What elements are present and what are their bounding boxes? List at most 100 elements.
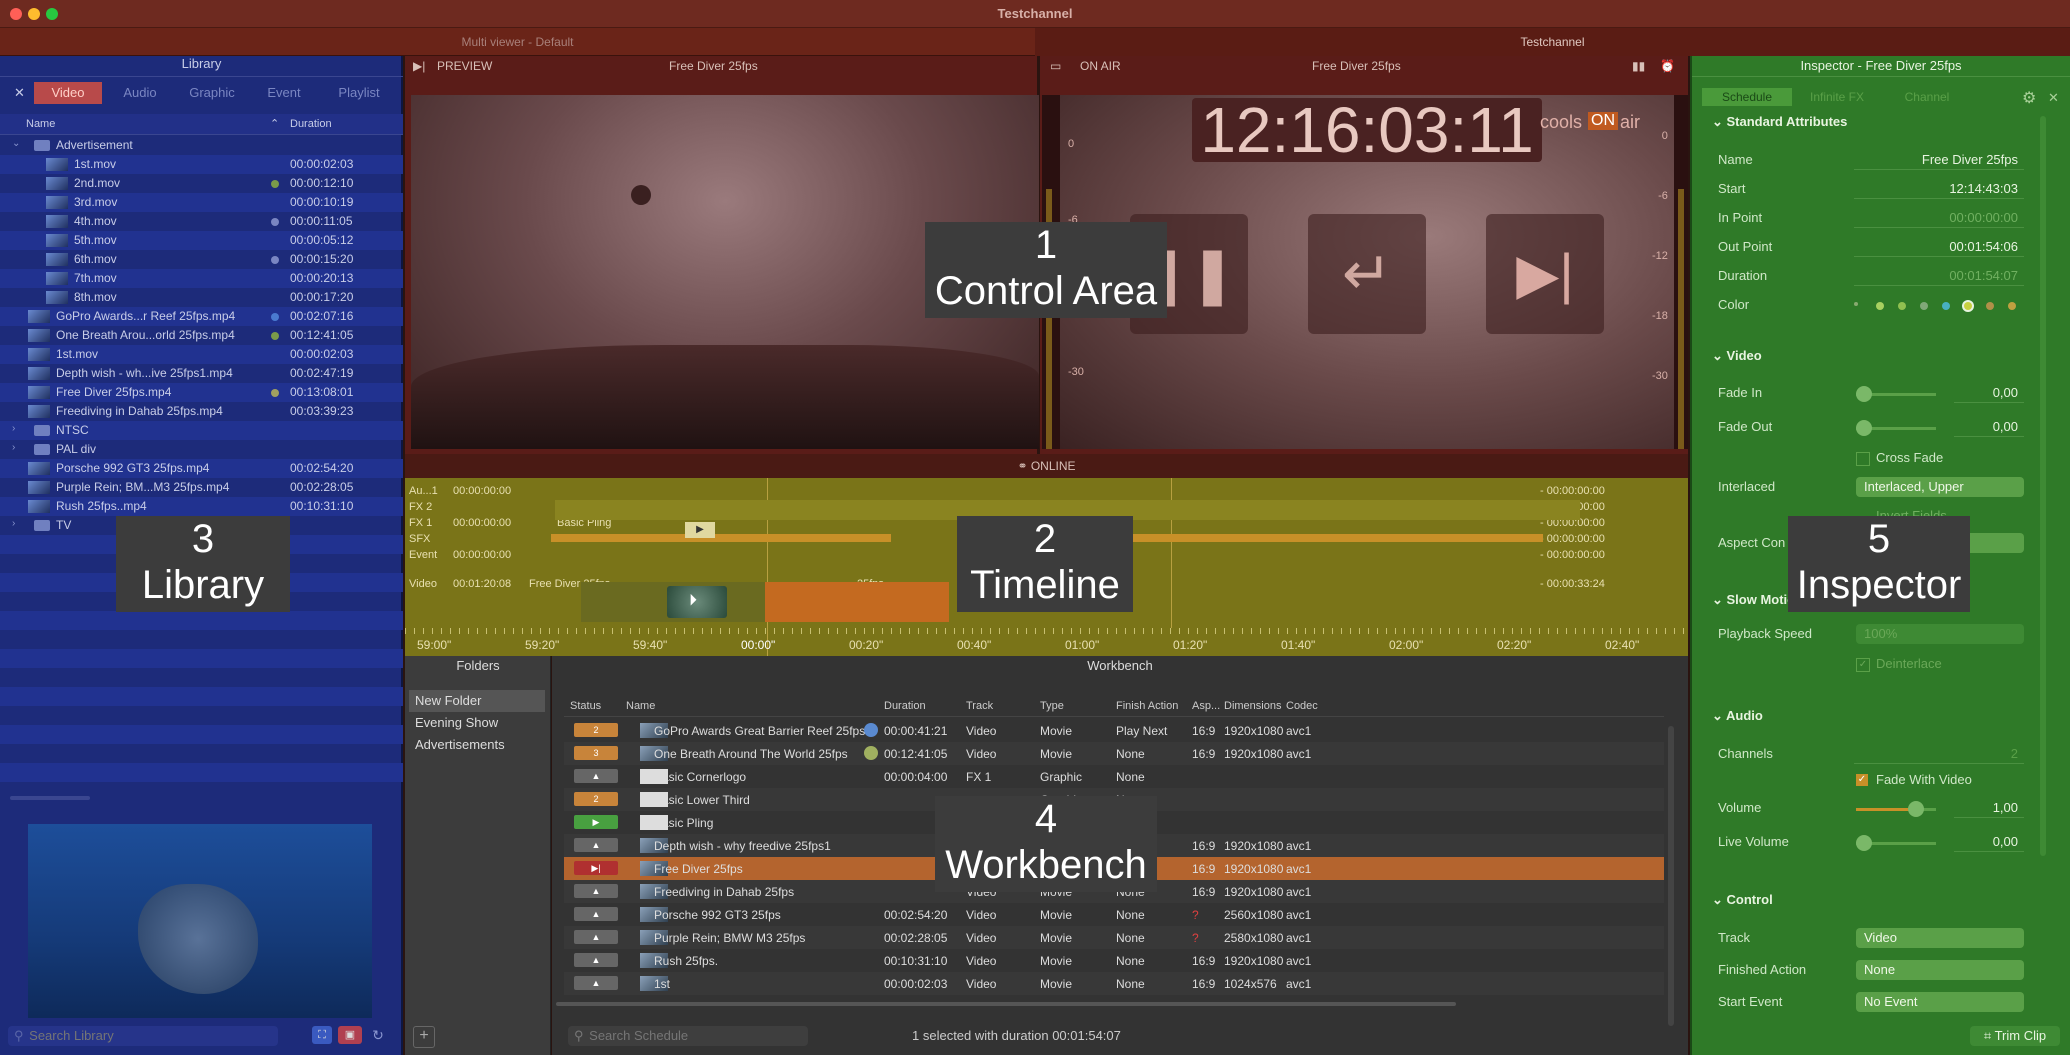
status-badge[interactable]: ▲ bbox=[574, 769, 618, 783]
sort-asc-icon[interactable]: ⌃ bbox=[270, 117, 279, 130]
inspector-tab-channel[interactable]: Channel bbox=[1882, 88, 1972, 106]
library-row[interactable]: › NTSC bbox=[0, 421, 403, 440]
status-badge[interactable]: ▶| bbox=[574, 861, 618, 875]
workbench-scrollbar[interactable] bbox=[1668, 726, 1674, 1026]
status-badge[interactable]: ▲ bbox=[574, 907, 618, 921]
color-swatch[interactable] bbox=[1942, 302, 1950, 310]
cross-fade-checkbox[interactable] bbox=[1856, 452, 1870, 466]
status-badge[interactable]: ▲ bbox=[574, 930, 618, 944]
fit-icon[interactable]: ⛶ bbox=[312, 1026, 332, 1044]
volume-field[interactable]: 1,00 bbox=[1954, 800, 2024, 818]
refresh-icon[interactable]: ↻ bbox=[368, 1026, 388, 1044]
status-badge[interactable]: ▲ bbox=[574, 953, 618, 967]
fade-out-knob[interactable] bbox=[1856, 420, 1872, 436]
status-badge[interactable]: ▲ bbox=[574, 976, 618, 990]
calendar-icon[interactable]: ▭ bbox=[1050, 59, 1061, 79]
color-swatch[interactable] bbox=[1920, 302, 1928, 310]
fade-with-video-checkbox[interactable]: ✓ bbox=[1856, 774, 1868, 786]
schedule-search[interactable]: ⚲ bbox=[568, 1026, 808, 1046]
library-row[interactable]: 1st.mov 00:00:02:03 bbox=[0, 155, 403, 174]
column-header[interactable]: Asp... bbox=[1192, 700, 1220, 712]
folder-new-folder[interactable]: New Folder bbox=[409, 690, 545, 712]
play-icon[interactable]: ⏵ bbox=[689, 592, 697, 610]
workbench-hscrollbar[interactable] bbox=[556, 1002, 1456, 1006]
skip-next-button[interactable]: ▶| bbox=[1486, 214, 1604, 334]
return-icon[interactable]: ↵ bbox=[1308, 214, 1426, 334]
name-field[interactable]: Free Diver 25fps bbox=[1854, 152, 2024, 170]
section-audio[interactable]: ⌄ Audio bbox=[1712, 708, 1763, 724]
library-row[interactable]: 4th.mov 00:00:11:05 bbox=[0, 212, 403, 231]
track-select[interactable]: Video bbox=[1856, 928, 2024, 948]
chevron-right-icon[interactable]: › bbox=[12, 518, 15, 529]
color-swatch[interactable] bbox=[1964, 302, 1972, 310]
interlaced-select[interactable]: Interlaced, Upper bbox=[1856, 477, 2024, 497]
library-row[interactable]: 6th.mov 00:00:15:20 bbox=[0, 250, 403, 269]
library-row[interactable]: Purple Rein; BM...M3 25fps.mp4 00:02:28:0… bbox=[0, 478, 403, 497]
status-badge[interactable]: ▶ bbox=[574, 815, 618, 829]
workbench-row[interactable]: ▲ Porsche 992 GT3 25fps 00:02:54:20 Video Mo… bbox=[564, 903, 1664, 926]
color-swatch[interactable] bbox=[2008, 302, 2016, 310]
volume-knob[interactable] bbox=[1908, 801, 1924, 817]
library-row[interactable]: GoPro Awards...r Reef 25fps.mp4 00:02:07:… bbox=[0, 307, 403, 326]
column-header[interactable]: Codec bbox=[1286, 700, 1318, 712]
fade-in-field[interactable]: 0,00 bbox=[1954, 385, 2024, 403]
live-volume-knob[interactable] bbox=[1856, 835, 1872, 851]
section-control[interactable]: ⌄ Control bbox=[1712, 892, 1773, 908]
column-header[interactable]: Name bbox=[626, 700, 655, 712]
trim-clip-button[interactable]: ⌗ Trim Clip bbox=[1970, 1026, 2060, 1046]
gear-icon[interactable]: ⚙ bbox=[2022, 88, 2036, 108]
column-header[interactable]: Finish Action bbox=[1116, 700, 1178, 712]
folder-advertisements[interactable]: Advertisements bbox=[409, 734, 545, 756]
library-row[interactable]: 7th.mov 00:00:20:13 bbox=[0, 269, 403, 288]
inspector-tab-infinite-fx[interactable]: Infinite FX bbox=[1792, 88, 1882, 106]
inspector-scrollbar[interactable] bbox=[2040, 116, 2046, 856]
close-icon[interactable]: ✕ bbox=[2048, 90, 2059, 106]
live-volume-field[interactable]: 0,00 bbox=[1954, 834, 2024, 852]
library-row[interactable]: Depth wish - wh...ive 25fps1.mp4 00:02:47… bbox=[0, 364, 403, 383]
preview-play-icon[interactable]: ▶| bbox=[413, 59, 425, 79]
in-point-field[interactable]: 00:00:00:00 bbox=[1854, 210, 2024, 228]
library-row[interactable]: 8th.mov 00:00:17:20 bbox=[0, 288, 403, 307]
library-tab-playlist[interactable]: Playlist bbox=[324, 82, 394, 104]
library-tab-graphic[interactable]: Graphic bbox=[180, 82, 244, 104]
library-tab-video[interactable]: Video bbox=[34, 82, 102, 104]
workbench-row[interactable]: ▲ Basic Cornerlogo 00:00:04:00 FX 1 Graphic N… bbox=[564, 765, 1664, 788]
status-badge[interactable]: ▲ bbox=[574, 838, 618, 852]
library-row[interactable]: Porsche 992 GT3 25fps.mp4 00:02:54:20 bbox=[0, 459, 403, 478]
video-clip-onair[interactable] bbox=[765, 582, 949, 622]
section-video[interactable]: ⌄ Video bbox=[1712, 348, 1762, 364]
playback-speed-select[interactable]: 100% bbox=[1856, 624, 2024, 644]
start-field[interactable]: 12:14:43:03 bbox=[1854, 181, 2024, 199]
sfx-bar-left[interactable] bbox=[551, 534, 891, 542]
library-row[interactable]: ⌄ Advertisement bbox=[0, 136, 403, 155]
color-swatch[interactable] bbox=[1854, 302, 1858, 306]
column-header[interactable]: Track bbox=[966, 700, 993, 712]
library-row[interactable]: Freediving in Dahab 25fps.mp4 00:03:39:23 bbox=[0, 402, 403, 421]
start-event-select[interactable]: No Event bbox=[1856, 992, 2024, 1012]
inspector-tab-schedule[interactable]: Schedule bbox=[1702, 88, 1792, 106]
fade-out-field[interactable]: 0,00 bbox=[1954, 419, 2024, 437]
fade-in-knob[interactable] bbox=[1856, 386, 1872, 402]
workbench-row[interactable]: 2 GoPro Awards Great Barrier Reef 25fps 00… bbox=[564, 719, 1664, 742]
workbench-row[interactable]: ▲ 1st 00:00:02:03 Video Movie None 16:9 1024x57… bbox=[564, 972, 1664, 995]
workbench-row[interactable]: 3 One Breath Around The World 25fps 00:12:… bbox=[564, 742, 1664, 765]
color-swatch[interactable] bbox=[1876, 302, 1884, 310]
schedule-search-input[interactable] bbox=[587, 1027, 792, 1044]
color-swatch[interactable] bbox=[1986, 302, 1994, 310]
deinterlace-checkbox[interactable]: ✓ bbox=[1856, 658, 1870, 672]
finished-action-select[interactable]: None bbox=[1856, 960, 2024, 980]
column-header[interactable]: Status bbox=[570, 700, 601, 712]
col-duration[interactable]: Duration bbox=[290, 118, 332, 130]
workbench-row[interactable]: ▲ Purple Rein; BMW M3 25fps 00:02:28:05 Vid… bbox=[564, 926, 1664, 949]
volume-slider[interactable] bbox=[1856, 808, 1936, 811]
add-folder-button[interactable]: + bbox=[413, 1026, 435, 1048]
alarm-icon[interactable]: ⏰ bbox=[1660, 59, 1675, 79]
library-row[interactable]: › PAL div bbox=[0, 440, 403, 459]
library-row[interactable]: 1st.mov 00:00:02:03 bbox=[0, 345, 403, 364]
channels-field[interactable]: 2 bbox=[1854, 746, 2024, 764]
library-row[interactable]: 3rd.mov 00:00:10:19 bbox=[0, 193, 403, 212]
status-badge[interactable]: 2 bbox=[574, 792, 618, 806]
section-standard-attributes[interactable]: ⌄ Standard Attributes bbox=[1712, 114, 1847, 130]
library-tab-audio[interactable]: Audio bbox=[110, 82, 170, 104]
column-header[interactable]: Duration bbox=[884, 700, 926, 712]
